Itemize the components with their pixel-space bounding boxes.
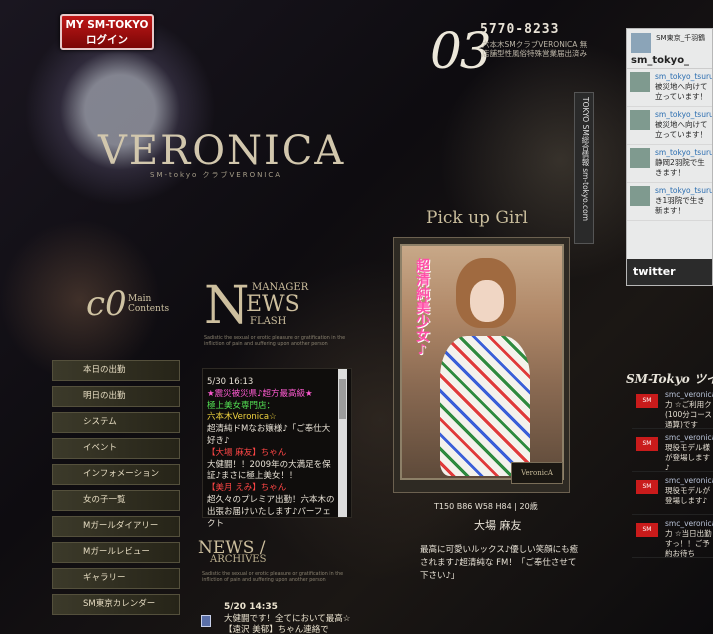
menu-item-information[interactable]: インフォメーション bbox=[52, 464, 180, 485]
sm-tweet-user[interactable]: smc_veronica bbox=[665, 476, 713, 486]
sm-tweet-user[interactable]: smc_veronica bbox=[665, 433, 713, 443]
pickup-tagline: 超清純美少女♪ bbox=[414, 258, 430, 358]
news-ews: EWS bbox=[246, 292, 300, 317]
sm-tweet: SM smc_veronica 現役モデル様が登場します♪ bbox=[632, 433, 713, 472]
address: 六本木SMクラブVERONICA 無店舗型性風俗特殊営業届出済み bbox=[482, 40, 588, 58]
tweet-item: sm_tokyo_tsuru 被災地へ向けて立っています！ bbox=[627, 107, 712, 145]
tweet-user[interactable]: sm_tokyo_tsuru bbox=[655, 110, 712, 120]
logo-sub: SM-tokyo クラブVERONICA bbox=[150, 171, 283, 179]
twitter-avatar bbox=[631, 33, 651, 53]
avatar bbox=[630, 186, 650, 206]
news-content: 5/30 16:13 ★震災被災県♪超方最高級★ 極上美女専門店： 六本木Ver… bbox=[207, 377, 335, 530]
avatar: SM bbox=[636, 394, 658, 408]
login-line2: ログイン bbox=[86, 34, 128, 46]
face-shape bbox=[470, 280, 504, 322]
twitter-header: SM東京_千羽鶴 sm_tokyo_ bbox=[627, 29, 712, 69]
archive-text[interactable]: 大健闘です！全てにおいて最高☆【遠沢 美郁】ちゃん連絡で bbox=[224, 614, 359, 634]
main-contents-title: c0 Main Contents bbox=[86, 284, 169, 324]
tweet-user[interactable]: sm_tokyo_tsuru bbox=[655, 72, 712, 82]
twitter-head1: SM東京_千羽鶴 bbox=[656, 34, 706, 42]
avatar: SM bbox=[636, 523, 658, 537]
sm-tweet-text: 現役モデル様が登場します♪ bbox=[665, 443, 710, 472]
tweet-text: き1羽院で生き新ます！ bbox=[655, 196, 705, 215]
site-logo[interactable]: VERONICA bbox=[98, 128, 345, 174]
news-line-4: 超清純ドMなお嬢様♪「ご奉仕大好き♪ bbox=[207, 424, 331, 446]
sm-twitter-title: SM-Tokyo ツイ bbox=[626, 372, 713, 386]
news-date: 5/30 16:13 bbox=[207, 377, 254, 387]
news-line-3: 六本木Veronica☆ bbox=[207, 412, 277, 423]
menu-item-event[interactable]: イベント bbox=[52, 438, 180, 459]
menu-item-gallery[interactable]: ギャラリー bbox=[52, 568, 180, 589]
tweet-user[interactable]: sm_tokyo_tsuru bbox=[655, 148, 712, 158]
avatar: SM bbox=[636, 480, 658, 494]
tweet-text: 被災地へ向けて立っています！ bbox=[655, 82, 708, 101]
menu-item-review[interactable]: Mガールレビュー bbox=[52, 542, 180, 563]
main-label-2: Contents bbox=[128, 304, 170, 314]
news-tagline: Sadistic the sexual or erotic pleasure o… bbox=[204, 336, 346, 347]
news-line-7[interactable]: 【美月 えみ】ちゃん bbox=[207, 483, 335, 495]
archive-entry-icon bbox=[201, 615, 211, 627]
tweet-item: sm_tokyo_tsuru き1羽院で生き新ます！ bbox=[627, 183, 712, 221]
avatar bbox=[630, 148, 650, 168]
side-band-label: TOKYO SM総合情報 sm-tokyo.com bbox=[581, 97, 590, 222]
news-box[interactable]: 5/30 16:13 ★震災被災県♪超方最高級★ 極上美女専門店： 六本木Ver… bbox=[202, 368, 352, 529]
menu-item-calendar[interactable]: SM東京カレンダー bbox=[52, 594, 180, 615]
sm-twitter-list: SM smc_veronica 力 ☆ご利用ク(100分コース通算)です SM smc… bbox=[632, 390, 713, 562]
tweet-item: sm_tokyo_tsuru 被災地へ向けて立っています！ bbox=[627, 69, 712, 107]
pickup-title: Pick up Girl bbox=[426, 208, 528, 228]
avatar bbox=[630, 72, 650, 92]
twitter-footer[interactable]: twitter bbox=[627, 259, 712, 285]
side-band[interactable]: TOKYO SM総合情報 sm-tokyo.com bbox=[574, 92, 594, 244]
news-line-8: 超久々のプレミア出勤！六本木の出張お届けいたします♪パーフェクト bbox=[207, 494, 335, 529]
news-line-2: 極上美女専門店： bbox=[207, 400, 276, 411]
news-line-5[interactable]: 【大場 麻友】ちゃん bbox=[207, 448, 335, 460]
archive-date: 5/20 14:35 bbox=[224, 602, 278, 612]
news-scroll-thumb[interactable] bbox=[339, 379, 346, 419]
archives-tagline: Sadistic the sexual or erotic pleasure o… bbox=[202, 572, 344, 583]
news-title: N MANAGER EWS FLASH bbox=[204, 280, 308, 332]
tweet-user[interactable]: sm_tokyo_tsuru bbox=[655, 186, 712, 196]
archives-subtitle: ARCHIVES bbox=[210, 554, 267, 565]
news-flash: FLASH bbox=[250, 316, 287, 327]
girl-stats: T150 B86 W58 H84 | 20歳 bbox=[434, 502, 538, 511]
sm-tweet-user[interactable]: smc_veronica bbox=[665, 519, 713, 529]
twitter-widget[interactable]: SM東京_千羽鶴 sm_tokyo_ sm_tokyo_tsuru 被災地へ向けて… bbox=[626, 28, 713, 286]
phone-number: 5770-8233 bbox=[480, 22, 560, 37]
dress-shape bbox=[440, 336, 530, 476]
girl-name[interactable]: 大場 麻友 bbox=[474, 517, 522, 533]
menu-item-diary[interactable]: Mガールダイアリー bbox=[52, 516, 180, 537]
avatar: SM bbox=[636, 437, 658, 451]
pickup-card[interactable]: 超清純美少女♪ VeronicA bbox=[393, 237, 570, 493]
menu-item-today[interactable]: 本日の出勤 bbox=[52, 360, 180, 381]
login-button[interactable]: MY SM-TOKYO ログイン bbox=[60, 14, 154, 50]
avatar bbox=[630, 110, 650, 130]
tweet-item: sm_tokyo_tsuru 静岡2羽院で生きます！ bbox=[627, 145, 712, 183]
menu-item-girls[interactable]: 女の子一覧 bbox=[52, 490, 180, 511]
pickup-stamp: VeronicA bbox=[511, 462, 563, 484]
news-line-6: 大健闘！！2009年の大満足を保証♪まさに極上美女！！ bbox=[207, 459, 331, 482]
menu-item-system[interactable]: システム bbox=[52, 412, 180, 433]
menu-item-tomorrow[interactable]: 明日の出勤 bbox=[52, 386, 180, 407]
sm-tweet-text: 現役モデルが登場します♪ bbox=[665, 486, 710, 505]
news-letter-n: N bbox=[204, 276, 250, 336]
sm-tweet: SM smc_veronica 現役モデルが登場します♪ bbox=[632, 476, 713, 515]
pickup-photo[interactable]: 超清純美少女♪ bbox=[400, 244, 564, 480]
sm-tweet-text: 力 ☆当日出勤すっ！！ご予約お待ち bbox=[665, 529, 712, 558]
main-contents-c: c0 bbox=[86, 284, 127, 324]
sm-tweet-text: 力 ☆ご利用ク(100分コース通算)です bbox=[665, 400, 712, 429]
news-scrollbar[interactable] bbox=[338, 369, 347, 517]
main-label-1: Main bbox=[128, 294, 152, 304]
login-line1: MY SM-TOKYO bbox=[65, 19, 149, 31]
main-menu: 本日の出勤 明日の出勤 システム イベント インフォメーション 女の子一覧 Mガ… bbox=[52, 360, 180, 620]
twitter-head2[interactable]: sm_tokyo_ bbox=[631, 55, 708, 66]
girl-message: 最高に可愛いルックス♪優しい笑顔にも癒されます♪超清純な FM！「ご奉仕させて下… bbox=[420, 545, 579, 581]
tweet-text: 静岡2羽院で生きます！ bbox=[655, 158, 705, 177]
sm-tweet: SM smc_veronica 力 ☆当日出勤すっ！！ご予約お待ち bbox=[632, 519, 713, 558]
sm-tweet-user[interactable]: smc_veronica bbox=[665, 390, 713, 400]
sm-tweet: SM smc_veronica 力 ☆ご利用ク(100分コース通算)です bbox=[632, 390, 713, 429]
news-line-1: ★震災被災県♪超方最高級★ bbox=[207, 388, 313, 399]
tweet-text: 被災地へ向けて立っています！ bbox=[655, 120, 708, 139]
